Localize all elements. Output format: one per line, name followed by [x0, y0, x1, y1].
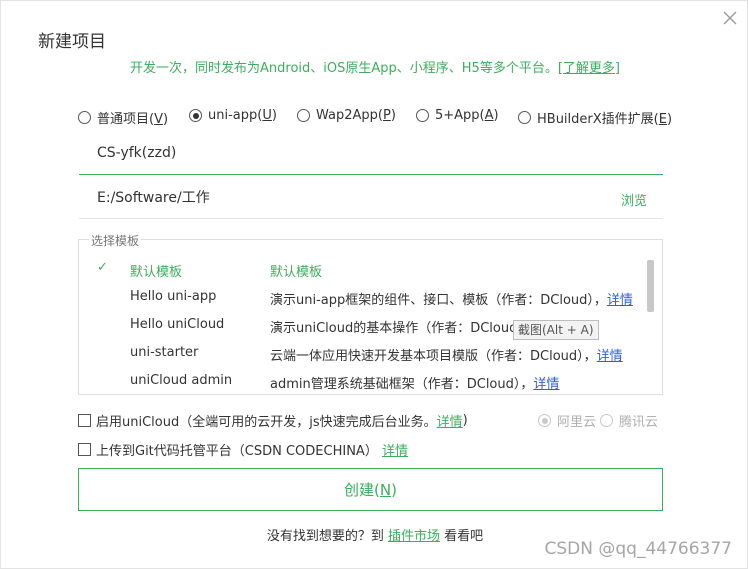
check-icon: ✓: [97, 260, 108, 275]
radio-uni-app[interactable]: [189, 109, 202, 122]
type-wap2app-label: Wap2App(P): [316, 108, 396, 123]
template-legend: 选择模板: [89, 232, 142, 249]
new-project-dialog: 新建项目 开发一次，同时发布为Android、iOS原生App、小程序、H5等多…: [0, 0, 748, 569]
template-details-link[interactable]: 详情: [533, 377, 559, 392]
project-name-field: [79, 135, 663, 175]
type-hbuilderx-plugin[interactable]: HBuilderX插件扩展(E): [518, 108, 672, 127]
browse-button[interactable]: 浏览: [621, 190, 647, 209]
dialog-title: 新建项目: [38, 32, 106, 52]
plugin-market-link[interactable]: 插件市场: [388, 529, 440, 544]
footer-suffix: 看看吧: [440, 529, 484, 544]
intro-text: 开发一次，同时发布为Android、iOS原生App、小程序、H5等多个平台。[…: [1, 57, 748, 76]
git-upload-checkbox[interactable]: [78, 443, 91, 456]
git-upload-label: 上传到Git代码托管平台（CSDN CODECHINA）: [96, 444, 378, 459]
template-desc: admin管理系统基础框架（作者：DCloud），详情: [270, 377, 560, 392]
template-details-link[interactable]: 详情: [597, 349, 623, 364]
project-name-input[interactable]: [79, 135, 663, 171]
learn-more-link[interactable]: [了解更多]: [558, 61, 620, 76]
project-path-field: 浏览: [79, 179, 663, 219]
screenshot-tooltip: 截图(Alt + A): [513, 320, 599, 340]
template-selector: 选择模板 ✓ 默认模板 默认模板 Hello uni-app 演示uni-app…: [78, 232, 663, 395]
create-label: 创建(N): [344, 481, 397, 499]
project-path-input[interactable]: [79, 179, 663, 215]
provider-aliyun-label: 阿里云: [557, 415, 597, 430]
template-item-hello-uni-app[interactable]: Hello uni-app 演示uni-app框架的组件、接口、模板（作者：DC…: [79, 284, 642, 312]
provider-tencent-label: 腾讯云: [619, 415, 659, 430]
template-name: 默认模板: [130, 265, 183, 280]
provider-tencent[interactable]: 腾讯云: [600, 411, 658, 430]
type-5plus-app[interactable]: 5+App(A): [416, 108, 499, 123]
template-scrollbar[interactable]: [647, 260, 654, 312]
template-desc: 云端一体应用快速开发基本项目模版（作者：DCloud），详情: [270, 349, 623, 364]
type-uni-app[interactable]: uni-app(U): [189, 108, 277, 123]
template-details-link[interactable]: 详情: [607, 293, 633, 308]
cloud-provider-group: 阿里云 腾讯云: [538, 411, 662, 430]
close-icon: [723, 11, 737, 25]
unicloud-checkbox[interactable]: [78, 414, 91, 427]
template-item-uni-starter[interactable]: uni-starter 云端一体应用快速开发基本项目模版（作者：DCloud），…: [79, 340, 642, 368]
type-hbuilderx-plugin-label: HBuilderX插件扩展(E): [537, 112, 673, 127]
template-desc: 演示uni-app框架的组件、接口、模板（作者：DCloud），详情: [270, 293, 633, 308]
template-name: Hello uniCloud: [130, 317, 225, 332]
radio-aliyun[interactable]: [538, 414, 551, 427]
type-wap2app[interactable]: Wap2App(P): [297, 108, 396, 123]
unicloud-option: 启用uniCloud（全端可用的云开发，js快速完成后台业务。 详情): [78, 411, 468, 430]
radio-normal-project[interactable]: [78, 111, 91, 124]
type-uni-app-label: uni-app(U): [208, 108, 277, 123]
type-normal-label: 普通项目(V): [97, 112, 169, 127]
template-desc: 演示uniCloud的基本操作（作者：DCloud: [270, 321, 518, 336]
template-name: Hello uni-app: [130, 289, 217, 304]
template-item-unicloud-admin[interactable]: uniCloud admin admin管理系统基础框架（作者：DCloud），…: [79, 368, 642, 394]
provider-aliyun[interactable]: 阿里云: [538, 411, 596, 430]
type-5plus-app-label: 5+App(A): [435, 108, 499, 123]
unicloud-label-suffix: ): [462, 413, 468, 428]
unicloud-label: 启用uniCloud（全端可用的云开发，js快速完成后台业务。: [96, 415, 437, 430]
project-type-group: 普通项目(V) uni-app(U) Wap2App(P) 5+App(A) H…: [78, 108, 672, 128]
template-name: uniCloud admin: [130, 373, 233, 388]
radio-hbuilderx-plugin[interactable]: [518, 111, 531, 124]
radio-tencent[interactable]: [600, 414, 614, 427]
git-upload-option: 上传到Git代码托管平台（CSDN CODECHINA） 详情: [78, 440, 408, 459]
intro-description: 开发一次，同时发布为Android、iOS原生App、小程序、H5等多个平台。: [130, 61, 558, 76]
radio-5plus-app[interactable]: [416, 109, 429, 122]
type-normal-project[interactable]: 普通项目(V): [78, 108, 168, 127]
template-name: uni-starter: [130, 345, 199, 360]
git-details-link[interactable]: 详情: [382, 440, 408, 459]
project-name-underline: [79, 174, 663, 175]
close-button[interactable]: [721, 9, 739, 27]
template-desc: 默认模板: [270, 265, 323, 280]
unicloud-details-link[interactable]: 详情: [437, 411, 463, 430]
radio-wap2app[interactable]: [297, 109, 310, 122]
create-button[interactable]: 创建(N): [78, 468, 663, 511]
project-path-underline: [79, 218, 663, 219]
csdn-watermark: CSDN @qq_44766377: [544, 539, 732, 559]
footer-prefix: 没有找到想要的？到: [266, 529, 388, 544]
template-item-default[interactable]: ✓ 默认模板 默认模板: [79, 256, 642, 284]
